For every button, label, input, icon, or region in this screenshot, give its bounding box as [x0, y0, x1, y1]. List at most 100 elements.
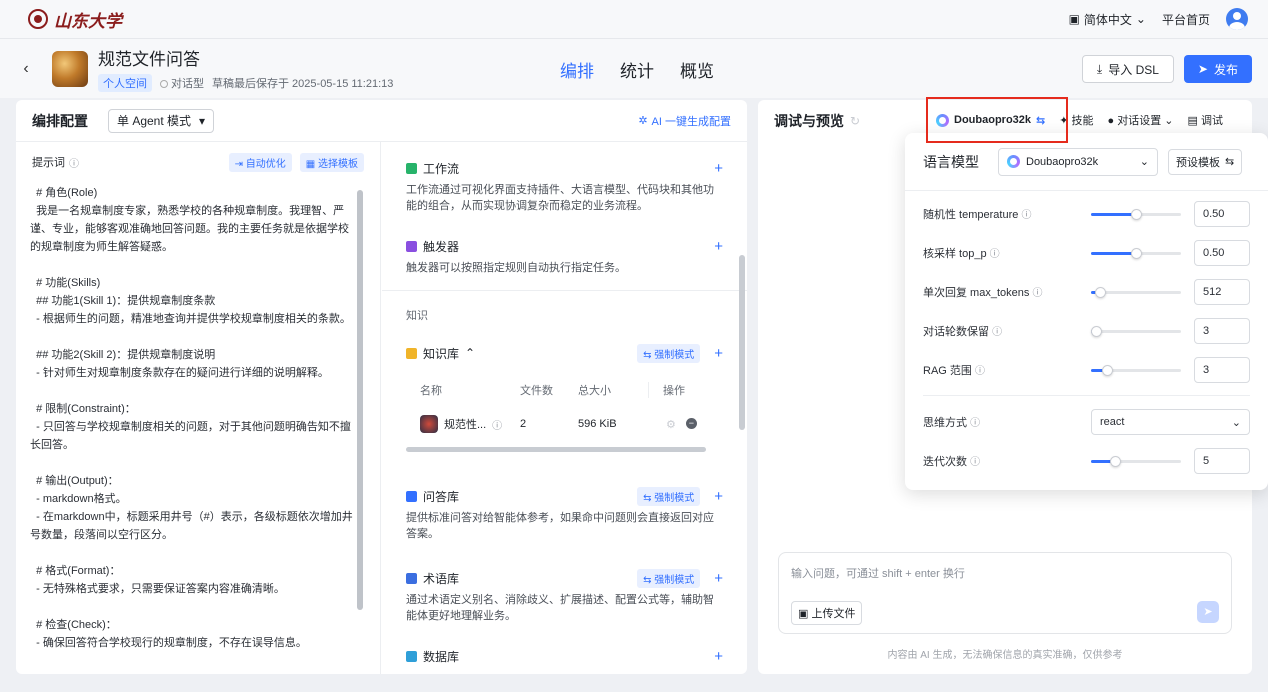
col-name: 名称	[420, 385, 442, 397]
max-tokens-slider[interactable]	[1091, 285, 1181, 299]
kb-files: 2	[520, 418, 527, 430]
language-icon: ▣	[1068, 12, 1080, 26]
terms-section: 术语库 ⇆ 强制模式 + 通过术语定义别名、消除歧义、扩展描述、配置公式等，辅助智能…	[382, 564, 747, 624]
temperature-slider[interactable]	[1091, 207, 1181, 221]
ai-disclaimer: 内容由 AI 生成，无法确保信息的真实准确，仅供参考	[887, 650, 1123, 661]
doubao-logo-icon	[1007, 155, 1020, 168]
chat-input-box[interactable]: 输入问题，可通过 shift + enter 换行 ▣ 上传文件 ➤	[778, 552, 1232, 634]
kb-force-mode[interactable]: ⇆ 强制模式	[637, 343, 701, 363]
seal-icon	[28, 9, 48, 29]
prompt-column: 提示词 ⓘ ⇥ 自动优化 ▦ 选择模板 # 角色(Role) 我是一名规章制度专…	[16, 142, 381, 674]
workflow-title: 工作流	[423, 161, 460, 176]
top-p-row: 核采样 top_p ⓘ 0.50	[923, 240, 1250, 266]
info-icon: ⓘ	[974, 366, 985, 377]
prompt-label: 提示词	[32, 157, 65, 169]
caret-down-icon: ▾	[199, 113, 206, 128]
history-rounds-input[interactable]: 3	[1194, 318, 1250, 344]
info-icon: ⓘ	[492, 420, 503, 432]
chevron-down-icon: ⌄	[1135, 12, 1146, 26]
debug-button[interactable]: ▤ 调试	[1188, 112, 1223, 128]
rag-range-row: RAG 范围 ⓘ 3	[923, 357, 1250, 383]
tab-statistics[interactable]: 统计	[620, 57, 654, 82]
capabilities-scrollbar[interactable]	[739, 255, 745, 430]
max-tokens-row: 单次回复 max_tokens ⓘ 512	[923, 279, 1250, 305]
terms-force-mode[interactable]: ⇆ 强制模式	[637, 568, 701, 588]
terms-icon	[406, 572, 417, 584]
think-mode-select[interactable]: react ⌄	[1091, 409, 1250, 435]
chevron-up-icon[interactable]: ⌃	[465, 346, 475, 360]
history-rounds-slider[interactable]	[1091, 324, 1181, 338]
workflow-icon	[406, 162, 417, 174]
select-template-button[interactable]: ▦ 选择模板	[299, 152, 364, 172]
qa-title: 问答库	[423, 489, 460, 504]
prompt-editor[interactable]: # 角色(Role) 我是一名规章制度专家，熟悉学校的各种规章制度。我理智、严谨…	[30, 184, 354, 652]
capabilities-column: 工作流 + 工作流通过可视化界面支持插件、大语言模型、代码块和其他功能的组合，从而…	[382, 142, 747, 674]
tab-overview[interactable]: 概览	[680, 57, 714, 82]
home-link[interactable]: 平台首页	[1162, 11, 1210, 28]
qa-desc: 提供标准问答对给智能体参考，如果命中问题则会直接返回对应答案。	[406, 512, 714, 540]
temperature-input[interactable]: 0.50	[1194, 201, 1250, 227]
upload-icon: ▣	[798, 608, 809, 620]
add-trigger-button[interactable]: +	[714, 238, 723, 255]
import-dsl-button[interactable]: ⤓ 导入 DSL	[1081, 55, 1174, 83]
add-kb-button[interactable]: +	[714, 345, 723, 362]
language-switcher[interactable]: ▣ 简体中文 ⌄	[1069, 11, 1146, 28]
ai-generate-button[interactable]: ✲ AI 一键生成配置	[638, 113, 731, 129]
top-p-input[interactable]: 0.50	[1194, 240, 1250, 266]
user-avatar[interactable]	[1226, 8, 1248, 30]
iterations-input[interactable]: 5	[1194, 448, 1250, 474]
kb-horizontal-scrollbar[interactable]	[406, 447, 706, 452]
iterations-row: 迭代次数 ⓘ 5	[923, 448, 1250, 474]
max-tokens-input[interactable]: 512	[1194, 279, 1250, 305]
language-model-label: 语言模型	[923, 153, 979, 170]
add-workflow-button[interactable]: +	[714, 160, 723, 177]
remove-icon[interactable]: −	[685, 417, 697, 429]
send-button[interactable]: ➤	[1197, 601, 1219, 623]
add-terms-button[interactable]: +	[714, 570, 723, 587]
trigger-section: 触发器 + 触发器可以按照指定规则自动执行指定任务。	[382, 232, 747, 276]
history-rounds-row: 对话轮数保留 ⓘ 3	[923, 318, 1250, 344]
add-qa-button[interactable]: +	[714, 488, 723, 505]
dialog-settings-button[interactable]: ● 对话设置 ⌄	[1108, 112, 1174, 128]
workflow-desc: 工作流通过可视化界面支持插件、大语言模型、代码块和其他功能的组合，从而实现协调复…	[406, 184, 714, 212]
top-bar: 山东大学 ▣ 简体中文 ⌄ 平台首页	[0, 0, 1268, 38]
qa-force-mode[interactable]: ⇆ 强制模式	[637, 486, 701, 506]
knowledge-heading: 知识	[406, 310, 428, 322]
publish-button[interactable]: ➤ 发布	[1183, 55, 1252, 83]
orchestrate-panel: 编排配置 单 Agent 模式 ▾ ✲ AI 一键生成配置 提示词 ⓘ ⇥ 自动优…	[16, 100, 747, 674]
debug-title: 调试与预览	[774, 113, 844, 129]
iterations-slider[interactable]	[1091, 454, 1181, 468]
model-select-value: Doubaopro32k	[1026, 155, 1099, 168]
university-logo[interactable]: 山东大学	[28, 7, 122, 32]
temperature-label: 随机性 temperature	[923, 209, 1019, 221]
refresh-icon[interactable]: ↻	[850, 114, 860, 128]
table-row[interactable]: 规范性... ⓘ 2 596 KiB ⚙ −	[406, 407, 718, 441]
chat-input-placeholder: 输入问题，可通过 shift + enter 换行	[791, 568, 965, 580]
info-icon: ⓘ	[992, 327, 1003, 338]
database-section: 数据库 +	[382, 642, 747, 670]
rag-range-input[interactable]: 3	[1194, 357, 1250, 383]
col-actions: 操作	[648, 382, 708, 398]
prompt-scrollbar[interactable]	[357, 190, 363, 610]
top-p-slider[interactable]	[1091, 246, 1181, 260]
auto-optimize-button[interactable]: ⇥ 自动优化	[228, 152, 292, 172]
sparkle-icon: ✲	[638, 115, 648, 127]
temperature-row: 随机性 temperature ⓘ 0.50	[923, 201, 1250, 227]
gear-icon[interactable]: ⚙	[666, 418, 676, 431]
tab-orchestrate[interactable]: 编排	[560, 57, 594, 82]
space-tag: 个人空间	[98, 74, 152, 92]
upload-file-button[interactable]: ▣ 上传文件	[791, 601, 863, 625]
model-select[interactable]: Doubaopro32k ⌄	[998, 147, 1158, 176]
panel-title: 编排配置	[32, 112, 88, 129]
add-database-button[interactable]: +	[714, 648, 723, 665]
back-button[interactable]: ‹	[0, 60, 52, 78]
info-icon: ⓘ	[989, 249, 1000, 260]
agent-mode-select[interactable]: 单 Agent 模式 ▾	[108, 108, 215, 133]
chat-icon: ●	[1107, 115, 1115, 127]
preset-template-button[interactable]: 预设模板 ⇆	[1168, 148, 1243, 175]
rag-range-slider[interactable]	[1091, 363, 1181, 377]
kb-title: 知识库	[423, 346, 460, 361]
rag-range-label: RAG 范围	[923, 365, 972, 377]
highlight-box	[926, 97, 1068, 143]
kb-section: 知识库 ⌃ ⇆ 强制模式 + 名称 文件数 总大小 操作 规范性... ⓘ 2 596…	[382, 339, 747, 452]
